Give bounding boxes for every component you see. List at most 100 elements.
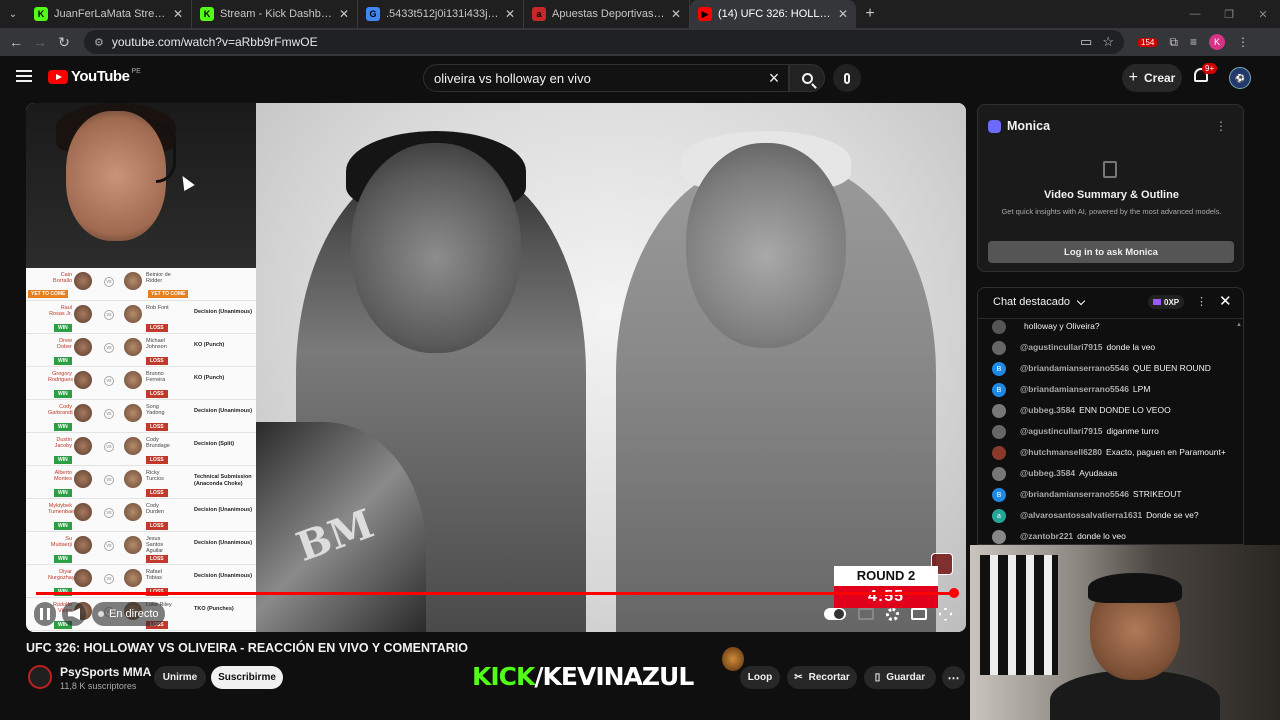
win-tag: WIN	[54, 522, 72, 530]
chat-username[interactable]: @agustincullari7915	[1020, 342, 1102, 352]
theater-mode-icon[interactable]	[911, 608, 927, 620]
video-player[interactable]: BM Cain Borrallo vs Beinior de Ridder YET T…	[26, 103, 966, 632]
streamer-face	[66, 111, 166, 241]
more-actions-button[interactable]: ⋯	[942, 666, 965, 689]
subscribe-button[interactable]: Suscribirme	[211, 666, 283, 689]
channel-name[interactable]: PsySports MMA	[60, 665, 151, 679]
bracket-row: Su Mudaerji vs Jesus Santos Aguilar WIN LOSS…	[26, 532, 256, 565]
browser-tab[interactable]: K JuanFerLaMata Stream - Watch ✕	[26, 0, 192, 28]
join-button[interactable]: Unirme	[154, 666, 206, 689]
chat-username[interactable]: @briandamianserrano5546	[1020, 384, 1129, 394]
cast-icon[interactable]: ▭	[1080, 34, 1092, 50]
tab-close-icon[interactable]: ✕	[173, 7, 183, 21]
chat-username[interactable]: @agustincullari7915	[1020, 426, 1102, 436]
subtitles-icon[interactable]	[858, 608, 874, 620]
chat-username[interactable]: @briandamianserrano5546	[1020, 489, 1129, 499]
fight-result: Technical Submission (Anaconda Choke)	[194, 474, 252, 487]
guide-menu-icon[interactable]	[16, 70, 32, 82]
tab-close-icon[interactable]: ✕	[838, 7, 848, 21]
progress-scrubber[interactable]	[949, 588, 959, 598]
channel-avatar[interactable]	[28, 665, 52, 689]
chat-user-avatar[interactable]: B	[992, 362, 1006, 376]
chat-username[interactable]: @zantobr221	[1020, 531, 1073, 541]
back-icon[interactable]: ←	[4, 34, 28, 50]
chat-menu-icon[interactable]: ⋮	[1196, 295, 1207, 308]
search-icon	[801, 72, 813, 84]
fullscreen-icon[interactable]	[939, 607, 952, 621]
browser-tab[interactable]: K Stream - Kick Dashboard ✕	[192, 0, 358, 28]
play-pause-button[interactable]	[34, 602, 56, 626]
loop-button[interactable]: Loop	[740, 666, 780, 689]
chat-user-avatar[interactable]	[992, 341, 1006, 355]
chat-user-avatar[interactable]: B	[992, 488, 1006, 502]
chat-close-icon[interactable]: ✕	[1219, 292, 1232, 310]
browser-tab[interactable]: G .5433t512j0i131i433j0i3i512l6.2 ✕	[358, 0, 524, 28]
tab-title: .5433t512j0i131i433j0i3i512l6.2	[386, 8, 499, 20]
save-button[interactable]: ▯ Guardar	[864, 666, 936, 689]
profile-avatar[interactable]: K	[1208, 34, 1225, 50]
chat-user-avatar[interactable]	[992, 404, 1006, 418]
settings-gear-icon[interactable]	[886, 607, 899, 621]
extensions-puzzle-icon[interactable]: ⧉	[1169, 35, 1178, 50]
youtube-logo-text: YouTube	[71, 68, 130, 85]
browser-tab[interactable]: a Apuestas Deportivas Online | A ✕	[524, 0, 690, 28]
browser-menu-icon[interactable]: ⋮	[1237, 35, 1249, 49]
live-indicator[interactable]: En directo	[92, 602, 165, 626]
fighter-one-name: Su Mudaerji	[50, 536, 72, 548]
youtube-logo[interactable]: YouTube PE	[48, 68, 141, 85]
voice-search-button[interactable]	[833, 64, 861, 92]
chat-user-avatar[interactable]	[992, 320, 1006, 334]
chat-mode-dropdown[interactable]: Chat destacado	[993, 296, 1086, 308]
window-controls: — ❐ ✕	[1178, 0, 1280, 28]
tab-close-icon[interactable]: ✕	[339, 7, 349, 21]
account-avatar[interactable]: ⚽	[1229, 67, 1251, 89]
progress-bar[interactable]	[36, 588, 959, 598]
chat-username[interactable]: @hutchmansell6280	[1020, 447, 1102, 457]
chat-messages: holloway y Oliveira? @agustincullari7915 d…	[992, 316, 1232, 544]
chat-username[interactable]: @briandamianserrano5546	[1020, 363, 1129, 373]
volume-button[interactable]	[62, 602, 86, 626]
search-button[interactable]	[789, 64, 825, 92]
new-tab-button[interactable]: +	[856, 0, 884, 28]
omnibox[interactable]: ⚙ youtube.com/watch?v=aRbb9rFmwOE ▭ ☆	[84, 30, 1124, 54]
forward-icon[interactable]: →	[28, 34, 52, 50]
minimize-icon[interactable]: —	[1178, 0, 1212, 28]
chat-header-label: Chat destacado	[993, 296, 1071, 308]
chat-username[interactable]: @ubbeg.3584	[1020, 468, 1075, 478]
autoplay-toggle[interactable]	[824, 608, 846, 620]
tab-search-chevron-icon[interactable]: ⌄	[0, 0, 26, 28]
restore-icon[interactable]: ❐	[1212, 0, 1246, 28]
search-input[interactable]	[434, 70, 760, 86]
bracket-row: Gregory Rodrigues vs Brunno Ferreira WIN LOS…	[26, 367, 256, 400]
tab-close-icon[interactable]: ✕	[505, 7, 515, 21]
chat-username[interactable]: @ubbeg.3584	[1020, 405, 1075, 415]
bracket-row: Raul Rosas Jr. vs Rob Font WIN LOSS Decision …	[26, 301, 256, 334]
close-window-icon[interactable]: ✕	[1246, 0, 1280, 28]
document-icon	[1103, 161, 1117, 178]
clip-button[interactable]: ✂ Recortar	[787, 666, 857, 689]
extension-badge[interactable]: 154	[1138, 37, 1158, 47]
xp-badge[interactable]: 0XP	[1148, 295, 1185, 309]
monica-login-button[interactable]: Log in to ask Monica	[988, 241, 1234, 263]
monica-panel: Monica ⋮ Video Summary & Outline Get qui…	[977, 104, 1244, 272]
monica-menu-icon[interactable]: ⋮	[1215, 119, 1227, 133]
chat-username[interactable]: @alvarosantossalvatierra1631	[1020, 510, 1142, 520]
chat-user-avatar[interactable]	[992, 425, 1006, 439]
notifications-button[interactable]: 9+	[1192, 63, 1218, 86]
chat-user-avatar[interactable]	[992, 467, 1006, 481]
chat-user-avatar[interactable]: a	[992, 509, 1006, 523]
tab-close-icon[interactable]: ✕	[671, 7, 681, 21]
chat-scroll-up-icon[interactable]: ▲	[1236, 322, 1242, 330]
chat-user-avatar[interactable]	[992, 446, 1006, 460]
media-controls-icon[interactable]: ≡	[1190, 35, 1197, 49]
chat-user-avatar[interactable]	[992, 530, 1006, 544]
bookmark-star-icon[interactable]: ☆	[1102, 34, 1114, 50]
create-button[interactable]: + Crear	[1122, 64, 1182, 92]
clear-search-icon[interactable]: ×	[760, 68, 788, 89]
fighter-two-name: Cody Durden	[146, 503, 165, 515]
browser-tab[interactable]: ▶ (14) UFC 326: HOLLOWAY V ✕	[690, 0, 856, 28]
tab-title: Apuestas Deportivas Online | A	[552, 8, 665, 20]
reload-icon[interactable]: ↻	[52, 34, 76, 51]
chat-user-avatar[interactable]: B	[992, 383, 1006, 397]
site-info-icon[interactable]: ⚙	[94, 36, 104, 49]
